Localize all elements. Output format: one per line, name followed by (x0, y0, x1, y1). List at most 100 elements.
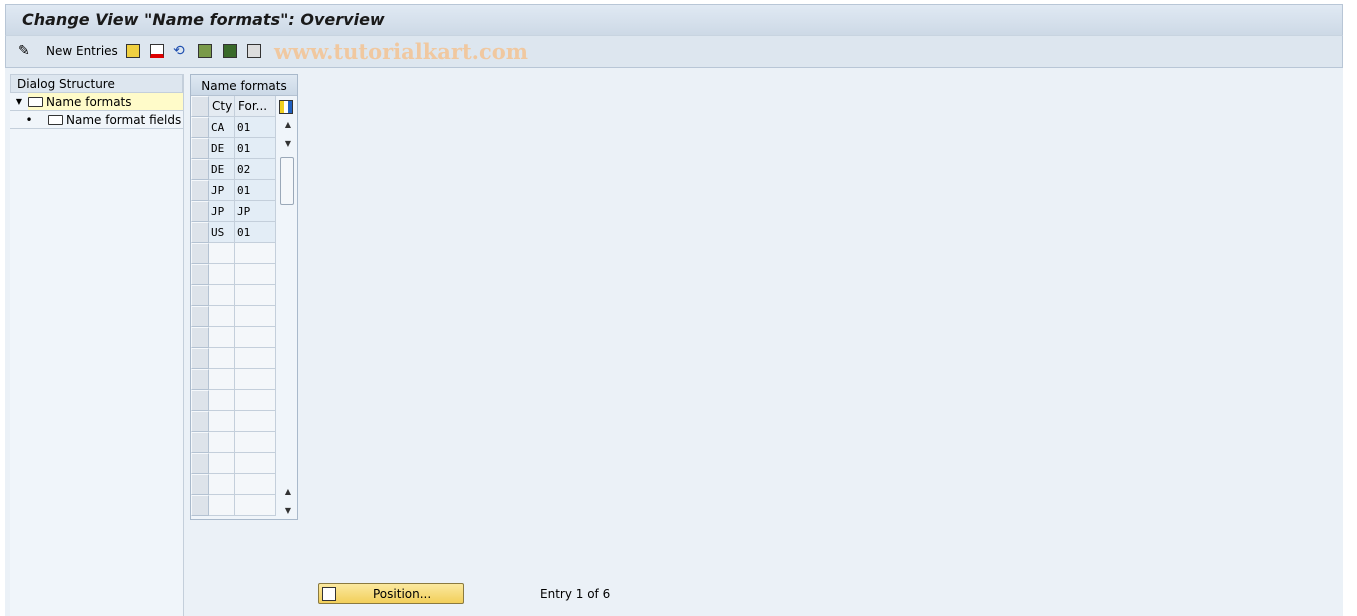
copy-icon (126, 44, 140, 58)
cell-format[interactable] (235, 432, 276, 453)
position-button[interactable]: Position... (318, 583, 464, 604)
cell-cty[interactable] (209, 348, 235, 369)
row-selector[interactable] (191, 369, 209, 390)
expand-icon[interactable]: ▼ (10, 97, 28, 106)
column-header-format[interactable]: For... (235, 96, 276, 117)
table-header: Cty For... (191, 96, 297, 117)
cell-cty[interactable]: JP (209, 180, 235, 201)
main-area: Dialog Structure ▼ Name formats • Name for… (5, 68, 1343, 616)
row-selector[interactable] (191, 411, 209, 432)
cell-cty[interactable] (209, 264, 235, 285)
scroll-page-down-icon[interactable]: ▼ (283, 506, 293, 516)
cell-cty[interactable]: US (209, 222, 235, 243)
cell-cty[interactable] (209, 411, 235, 432)
column-settings-icon (279, 99, 293, 114)
cell-cty[interactable] (209, 327, 235, 348)
undo-button[interactable]: ⟲ (173, 42, 185, 60)
cell-format[interactable] (235, 453, 276, 474)
title-bar: Change View "Name formats": Overview (5, 4, 1343, 35)
copy-button[interactable] (126, 42, 140, 60)
cell-format[interactable] (235, 264, 276, 285)
position-label: Position... (373, 587, 432, 601)
entry-counter: Entry 1 of 6 (540, 587, 611, 601)
row-selector[interactable] (191, 285, 209, 306)
scroll-thumb[interactable] (280, 157, 294, 205)
cell-format[interactable]: 01 (235, 180, 276, 201)
select-all-button[interactable] (198, 42, 212, 60)
cell-format[interactable] (235, 495, 276, 516)
vertical-scrollbar[interactable]: ▲ ▼ ▲ ▼ (279, 117, 297, 519)
deselect-all-icon (247, 44, 261, 58)
cell-cty[interactable] (209, 243, 235, 264)
cell-format[interactable] (235, 348, 276, 369)
cell-format[interactable] (235, 243, 276, 264)
cell-cty[interactable] (209, 474, 235, 495)
row-selector[interactable] (191, 327, 209, 348)
cell-format[interactable] (235, 285, 276, 306)
delete-button[interactable] (150, 42, 164, 60)
select-all-rows[interactable] (191, 96, 209, 117)
row-selector[interactable] (191, 306, 209, 327)
cell-cty[interactable]: JP (209, 201, 235, 222)
cell-format[interactable]: 01 (235, 222, 276, 243)
row-selector[interactable] (191, 495, 209, 516)
row-selector[interactable] (191, 201, 209, 222)
row-selector[interactable] (191, 348, 209, 369)
new-entries-label: New Entries (46, 44, 118, 58)
row-selector[interactable] (191, 453, 209, 474)
row-selector[interactable] (191, 264, 209, 285)
tree-node-label: Name format fields (66, 112, 182, 127)
row-selector[interactable] (191, 390, 209, 411)
row-selector[interactable] (191, 222, 209, 243)
folder-icon (48, 114, 63, 125)
deselect-all-button[interactable] (247, 42, 261, 60)
edit-toggle-icon: ✎ (18, 43, 30, 59)
cell-cty[interactable]: DE (209, 138, 235, 159)
cell-cty[interactable] (209, 453, 235, 474)
cell-cty[interactable] (209, 369, 235, 390)
scroll-up-icon[interactable]: ▲ (283, 120, 293, 130)
cell-format[interactable]: 02 (235, 159, 276, 180)
row-selector[interactable] (191, 243, 209, 264)
cell-format[interactable]: 01 (235, 138, 276, 159)
dialog-structure-panel: Dialog Structure ▼ Name formats • Name for… (10, 74, 184, 616)
cell-cty[interactable] (209, 432, 235, 453)
table-caption: Name formats (191, 75, 297, 96)
scroll-page-up-icon[interactable]: ▲ (283, 487, 293, 497)
cell-cty[interactable] (209, 306, 235, 327)
select-all-icon (198, 44, 212, 58)
tree-node-name-format-fields[interactable]: • Name format fields (10, 111, 183, 129)
select-block-button[interactable] (223, 42, 237, 60)
cell-format[interactable] (235, 306, 276, 327)
scroll-down-icon[interactable]: ▼ (283, 139, 293, 149)
undo-icon: ⟲ (173, 43, 185, 59)
row-selector[interactable] (191, 432, 209, 453)
edit-toggle-button[interactable]: ✎ (18, 42, 30, 60)
column-settings-button[interactable] (276, 96, 296, 117)
cell-format[interactable] (235, 327, 276, 348)
tree-node-label: Name formats (46, 94, 132, 109)
cell-format[interactable] (235, 411, 276, 432)
cell-format[interactable]: JP (235, 201, 276, 222)
cell-cty[interactable] (209, 285, 235, 306)
row-selector[interactable] (191, 180, 209, 201)
cell-cty[interactable] (209, 390, 235, 411)
toolbar: ✎ New Entries ⟲ www.tutorialkart.com (5, 35, 1343, 68)
row-selector[interactable] (191, 138, 209, 159)
cell-format[interactable] (235, 474, 276, 495)
cell-format[interactable] (235, 390, 276, 411)
name-formats-table: Name formats Cty For... CA 01 DE 01 DE 02 JP 01… (190, 74, 298, 520)
cell-format[interactable]: 01 (235, 117, 276, 138)
cell-cty[interactable] (209, 495, 235, 516)
cell-format[interactable] (235, 369, 276, 390)
cell-cty[interactable]: CA (209, 117, 235, 138)
row-selector[interactable] (191, 474, 209, 495)
row-selector[interactable] (191, 159, 209, 180)
tree-node-name-formats[interactable]: ▼ Name formats (10, 93, 183, 111)
new-entries-button[interactable]: New Entries (46, 42, 118, 60)
position-icon (322, 587, 336, 601)
row-selector[interactable] (191, 117, 209, 138)
cell-cty[interactable]: DE (209, 159, 235, 180)
dialog-structure-header: Dialog Structure (10, 74, 183, 93)
column-header-cty[interactable]: Cty (209, 96, 235, 117)
